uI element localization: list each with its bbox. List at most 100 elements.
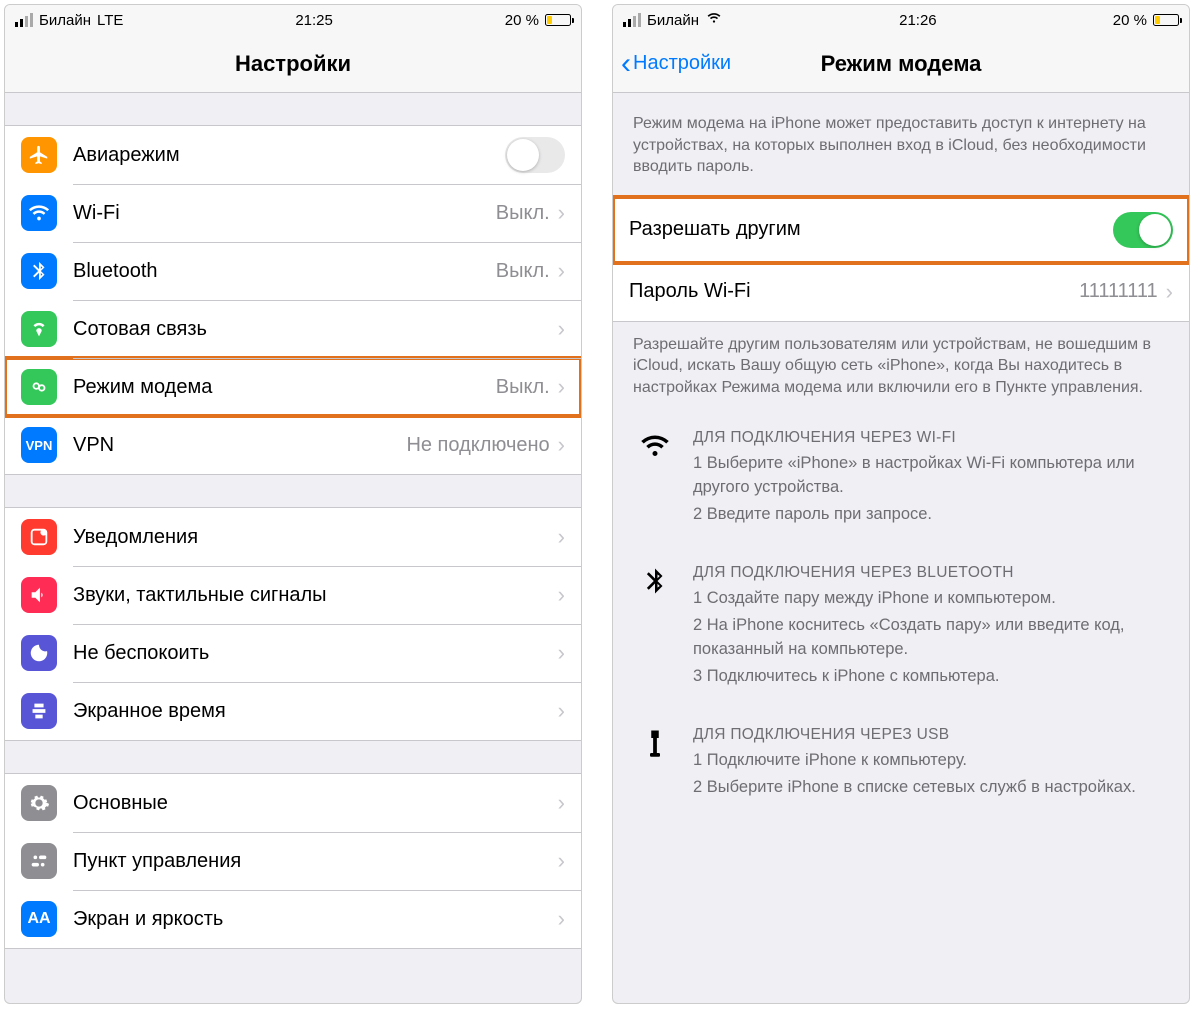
- row-display[interactable]: AA Экран и яркость ›: [5, 890, 581, 948]
- instr-step: 3 Подключитесь к iPhone с компьютера.: [693, 665, 1165, 689]
- general-icon: [21, 785, 57, 821]
- wifi-icon: [21, 195, 57, 231]
- instr-step: 2 На iPhone коснитесь «Создать пару» или…: [693, 614, 1165, 662]
- instr-step: 2 Выберите iPhone в списке сетевых служб…: [693, 776, 1165, 800]
- phone-hotspot-root: Билайн 21:26 20 % ‹ Настройки Режим моде…: [612, 4, 1190, 1004]
- status-bar: Билайн 21:26 20 %: [613, 5, 1189, 35]
- allow-others-toggle[interactable]: [1113, 212, 1173, 248]
- dnd-icon: [21, 635, 57, 671]
- row-allow-others[interactable]: Разрешать другим: [613, 197, 1189, 263]
- chevron-right-icon: ›: [1166, 279, 1173, 305]
- wifi-status-icon: [705, 11, 723, 29]
- page-title: Режим модема: [821, 51, 982, 77]
- row-label: VPN: [73, 434, 406, 457]
- row-controlcenter[interactable]: Пункт управления ›: [5, 832, 581, 890]
- cellular-icon: [21, 311, 57, 347]
- row-label: Пункт управления: [73, 850, 558, 873]
- row-detail: Выкл.: [496, 376, 550, 399]
- carrier-label: Билайн: [39, 12, 91, 29]
- clock-label: 21:26: [899, 12, 937, 29]
- row-label: Экранное время: [73, 700, 558, 723]
- row-label: Звуки, тактильные сигналы: [73, 584, 558, 607]
- row-detail: Выкл.: [496, 202, 550, 225]
- wifi-icon: [637, 427, 673, 530]
- instr-wifi: ДЛЯ ПОДКЛЮЧЕНИЯ ЧЕРЕЗ WI-FI 1 Выберите «…: [613, 411, 1189, 546]
- row-wifi-password[interactable]: Пароль Wi-Fi 11111111 ›: [613, 263, 1189, 321]
- clock-label: 21:25: [295, 12, 333, 29]
- chevron-right-icon: ›: [558, 524, 565, 550]
- bluetooth-icon: [21, 253, 57, 289]
- instr-step: 1 Создайте пару между iPhone и компьютер…: [693, 587, 1165, 611]
- back-button[interactable]: ‹ Настройки: [621, 49, 731, 79]
- row-bluetooth[interactable]: Bluetooth Выкл. ›: [5, 242, 581, 300]
- settings-group-connectivity: Авиарежим Wi-Fi Выкл. › Bluetooth Выкл. …: [5, 125, 581, 475]
- instr-step: 2 Введите пароль при запросе.: [693, 503, 1165, 527]
- row-cellular[interactable]: Сотовая связь ›: [5, 300, 581, 358]
- chevron-right-icon: ›: [558, 432, 565, 458]
- password-value: 11111111: [1079, 280, 1158, 303]
- instr-step: 1 Выберите «iPhone» в настройках Wi-Fi к…: [693, 452, 1165, 500]
- chevron-right-icon: ›: [558, 316, 565, 342]
- instr-usb: ДЛЯ ПОДКЛЮЧЕНИЯ ЧЕРЕЗ USB 1 Подключите i…: [613, 708, 1189, 819]
- chevron-right-icon: ›: [558, 698, 565, 724]
- battery-label: 20 %: [1113, 12, 1147, 29]
- instr-title: ДЛЯ ПОДКЛЮЧЕНИЯ ЧЕРЕЗ WI-FI: [693, 427, 1165, 449]
- row-label: Wi-Fi: [73, 202, 496, 225]
- battery-icon: [1153, 14, 1179, 26]
- signal-icon: [15, 13, 33, 27]
- hotspot-group: Разрешать другим Пароль Wi-Fi 11111111 ›: [613, 196, 1189, 322]
- battery-icon: [545, 14, 571, 26]
- row-wifi[interactable]: Wi-Fi Выкл. ›: [5, 184, 581, 242]
- row-label: Сотовая связь: [73, 318, 558, 341]
- row-hotspot[interactable]: Режим модема Выкл. ›: [5, 358, 581, 416]
- instr-bluetooth: ДЛЯ ПОДКЛЮЧЕНИЯ ЧЕРЕЗ BLUETOOTH 1 Создай…: [613, 546, 1189, 708]
- row-label: Разрешать другим: [629, 218, 1113, 241]
- row-label: Не беспокоить: [73, 642, 558, 665]
- display-icon: AA: [21, 901, 57, 937]
- hotspot-icon: [21, 369, 57, 405]
- airplane-toggle[interactable]: [505, 137, 565, 173]
- bluetooth-icon: [637, 562, 673, 692]
- row-notifications[interactable]: Уведомления ›: [5, 508, 581, 566]
- row-sounds[interactable]: Звуки, тактильные сигналы ›: [5, 566, 581, 624]
- notifications-icon: [21, 519, 57, 555]
- settings-group-alerts: Уведомления › Звуки, тактильные сигналы …: [5, 507, 581, 741]
- chevron-right-icon: ›: [558, 582, 565, 608]
- instr-step: 1 Подключите iPhone к компьютеру.: [693, 749, 1165, 773]
- back-label: Настройки: [633, 52, 731, 75]
- row-screentime[interactable]: Экранное время ›: [5, 682, 581, 740]
- usb-icon: [637, 724, 673, 803]
- row-general[interactable]: Основные ›: [5, 774, 581, 832]
- settings-content[interactable]: Авиарежим Wi-Fi Выкл. › Bluetooth Выкл. …: [5, 93, 581, 1003]
- vpn-icon: VPN: [21, 427, 57, 463]
- hotspot-desc-bottom: Разрешайте другим пользователям или устр…: [613, 322, 1189, 411]
- row-label: Режим модема: [73, 376, 496, 399]
- airplane-icon: [21, 137, 57, 173]
- carrier-label: Билайн: [647, 12, 699, 29]
- controlcenter-icon: [21, 843, 57, 879]
- chevron-right-icon: ›: [558, 848, 565, 874]
- row-label: Экран и яркость: [73, 908, 558, 931]
- row-airplane[interactable]: Авиарежим: [5, 126, 581, 184]
- instr-title: ДЛЯ ПОДКЛЮЧЕНИЯ ЧЕРЕЗ USB: [693, 724, 1165, 746]
- chevron-right-icon: ›: [558, 790, 565, 816]
- row-vpn[interactable]: VPN VPN Не подключено ›: [5, 416, 581, 474]
- hotspot-desc-top: Режим модема на iPhone может предоставит…: [613, 93, 1189, 190]
- instr-title: ДЛЯ ПОДКЛЮЧЕНИЯ ЧЕРЕЗ BLUETOOTH: [693, 562, 1165, 584]
- chevron-right-icon: ›: [558, 906, 565, 932]
- phone-settings-root: Билайн LTE 21:25 20 % Настройки Авиарежи…: [4, 4, 582, 1004]
- chevron-right-icon: ›: [558, 200, 565, 226]
- hotspot-content[interactable]: Режим модема на iPhone может предоставит…: [613, 93, 1189, 1003]
- row-label: Авиарежим: [73, 144, 505, 167]
- row-label: Основные: [73, 792, 558, 815]
- row-dnd[interactable]: Не беспокоить ›: [5, 624, 581, 682]
- chevron-right-icon: ›: [558, 640, 565, 666]
- row-label: Уведомления: [73, 526, 558, 549]
- chevron-left-icon: ‹: [621, 49, 631, 79]
- battery-label: 20 %: [505, 12, 539, 29]
- chevron-right-icon: ›: [558, 258, 565, 284]
- network-label: LTE: [97, 12, 123, 29]
- row-label: Bluetooth: [73, 260, 496, 283]
- status-bar: Билайн LTE 21:25 20 %: [5, 5, 581, 35]
- nav-header: ‹ Настройки Режим модема: [613, 35, 1189, 93]
